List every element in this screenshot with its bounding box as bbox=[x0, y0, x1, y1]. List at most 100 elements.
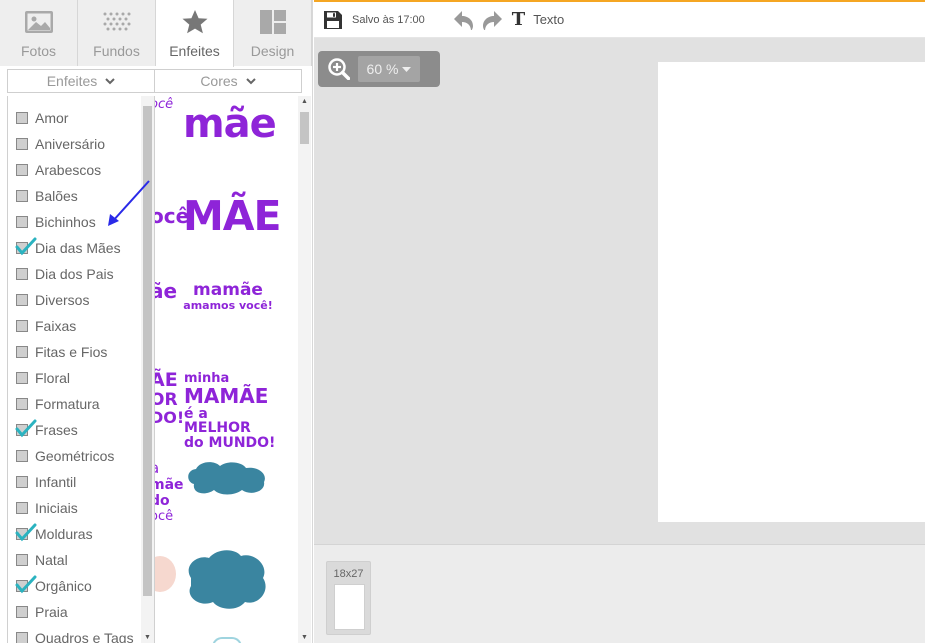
category-option[interactable]: Geométricos bbox=[8, 443, 143, 469]
tab-design[interactable]: Design bbox=[234, 0, 312, 66]
tab-label: Fundos bbox=[93, 43, 140, 59]
category-option[interactable]: Fitas e Fios bbox=[8, 339, 143, 365]
undo-icon[interactable] bbox=[453, 10, 475, 30]
checkbox[interactable] bbox=[16, 554, 28, 566]
color-filter-label: Cores bbox=[200, 73, 238, 89]
sticker-mae-lowercase[interactable]: mãe bbox=[183, 104, 277, 144]
category-option-label: Quadros e Tags bbox=[35, 630, 134, 643]
left-panel: Fotos Fundos Enfeites Design Enfeites Co… bbox=[0, 0, 313, 643]
category-option[interactable]: Dia dos Pais bbox=[8, 261, 143, 287]
tab-label: Fotos bbox=[20, 43, 56, 59]
photo-icon bbox=[24, 8, 54, 36]
sticker-text: do MUNDO! bbox=[184, 435, 276, 451]
top-toolbar: Salvo às 17:00 T Texto bbox=[314, 0, 925, 38]
sticker-mae-uppercase[interactable]: MÃE bbox=[183, 196, 282, 237]
category-option[interactable]: Iniciais bbox=[8, 495, 143, 521]
category-option[interactable]: Amor bbox=[8, 105, 143, 131]
category-option-label: Frases bbox=[35, 422, 78, 438]
category-option[interactable]: Infantil bbox=[8, 469, 143, 495]
checkbox[interactable] bbox=[16, 606, 28, 618]
checkbox[interactable] bbox=[16, 138, 28, 150]
page-thumbnail[interactable]: 18x27 bbox=[326, 561, 371, 635]
checkbox[interactable] bbox=[16, 268, 28, 280]
category-option-label: Diversos bbox=[35, 292, 90, 308]
category-option[interactable]: Formatura bbox=[8, 391, 143, 417]
redo-icon[interactable] bbox=[481, 10, 503, 30]
save-icon[interactable] bbox=[323, 10, 343, 30]
star-icon bbox=[181, 8, 209, 36]
category-option-label: Fitas e Fios bbox=[35, 344, 108, 360]
panel-tabs: Fotos Fundos Enfeites Design bbox=[0, 0, 312, 67]
scroll-down-icon[interactable]: ▼ bbox=[144, 634, 151, 641]
category-option[interactable]: Natal bbox=[8, 547, 143, 573]
category-option-label: Floral bbox=[35, 370, 71, 386]
checkbox[interactable] bbox=[16, 190, 28, 202]
checkbox[interactable] bbox=[16, 320, 28, 332]
tab-fundos[interactable]: Fundos bbox=[78, 0, 156, 66]
tab-fotos[interactable]: Fotos bbox=[0, 0, 78, 66]
text-tool-icon[interactable]: T bbox=[512, 9, 525, 30]
checkbox[interactable] bbox=[16, 502, 28, 514]
category-option-label: Amor bbox=[35, 110, 69, 126]
checkbox[interactable] bbox=[16, 112, 28, 124]
sticker-minha-mamae[interactable]: minha MAMÃE é a MELHOR do MUNDO! bbox=[184, 372, 279, 450]
checkmark-icon bbox=[15, 523, 37, 542]
category-option-label: Dia das Mães bbox=[35, 240, 121, 256]
checkbox[interactable] bbox=[16, 398, 28, 410]
checkbox[interactable] bbox=[16, 450, 28, 462]
category-option-label: Praia bbox=[35, 604, 68, 620]
checkbox[interactable] bbox=[16, 476, 28, 488]
category-option[interactable]: Diversos bbox=[8, 287, 143, 313]
checkbox[interactable] bbox=[16, 632, 28, 643]
sticker-cloud-large[interactable] bbox=[183, 548, 269, 610]
category-option-label: Geométricos bbox=[35, 448, 115, 464]
sticker-partial[interactable]: mãe bbox=[150, 478, 184, 492]
category-option-label: Faixas bbox=[35, 318, 77, 334]
sticker-cloud-small[interactable] bbox=[184, 458, 268, 496]
checkbox[interactable] bbox=[16, 164, 28, 176]
page-strip: 18x27 bbox=[314, 544, 925, 643]
sticker-mamae-amamos[interactable]: mamãe amamos você! bbox=[183, 282, 273, 312]
sticker-text: é a MELHOR bbox=[184, 406, 251, 436]
category-option[interactable]: Molduras bbox=[8, 521, 143, 547]
category-option[interactable]: Faixas bbox=[8, 313, 143, 339]
sticker-partial[interactable]: DO! bbox=[150, 410, 184, 426]
category-option[interactable]: Frases bbox=[8, 417, 143, 443]
category-filter-select[interactable]: Enfeites bbox=[7, 69, 155, 93]
zoom-in-icon[interactable] bbox=[328, 58, 350, 80]
scrollbar-thumb[interactable] bbox=[300, 112, 309, 144]
category-option[interactable]: Aniversário bbox=[8, 131, 143, 157]
gallery-scrollbar[interactable]: ▲ ▼ bbox=[298, 96, 311, 643]
checkmark-icon bbox=[15, 419, 37, 438]
category-option-label: Molduras bbox=[35, 526, 93, 542]
category-option[interactable]: Orgânico bbox=[8, 573, 143, 599]
scroll-down-icon[interactable]: ▼ bbox=[301, 634, 308, 641]
category-option[interactable]: Dia das Mães bbox=[8, 235, 143, 261]
scroll-up-icon[interactable]: ▲ bbox=[301, 98, 308, 105]
category-option[interactable]: Quadros e Tags bbox=[8, 625, 143, 643]
design-page[interactable] bbox=[658, 62, 925, 522]
tab-label: Enfeites bbox=[169, 43, 220, 59]
zoom-level-select[interactable]: 60 % bbox=[358, 56, 420, 82]
sticker-text: MAMÃE bbox=[184, 384, 269, 408]
checkbox[interactable] bbox=[16, 216, 28, 228]
filter-bar: Enfeites Cores bbox=[7, 69, 302, 93]
chevron-down-icon bbox=[105, 77, 116, 84]
checkbox[interactable] bbox=[16, 372, 28, 384]
category-option-label: Formatura bbox=[35, 396, 100, 412]
checkmark-icon bbox=[15, 237, 37, 256]
category-option[interactable]: Floral bbox=[8, 365, 143, 391]
category-option-label: Dia dos Pais bbox=[35, 266, 114, 282]
page-size-label: 18x27 bbox=[333, 568, 364, 580]
text-tool-label[interactable]: Texto bbox=[533, 12, 564, 27]
tab-enfeites[interactable]: Enfeites bbox=[156, 0, 234, 67]
sticker-partial-shape[interactable] bbox=[212, 637, 242, 643]
annotation-arrow bbox=[108, 180, 150, 226]
checkbox[interactable] bbox=[16, 294, 28, 306]
color-filter-select[interactable]: Cores bbox=[154, 69, 302, 93]
sticker-text: amamos você! bbox=[183, 299, 273, 312]
category-option-label: Arabescos bbox=[35, 162, 102, 178]
saved-status: Salvo às 17:00 bbox=[352, 13, 425, 26]
checkbox[interactable] bbox=[16, 346, 28, 358]
category-option[interactable]: Praia bbox=[8, 599, 143, 625]
